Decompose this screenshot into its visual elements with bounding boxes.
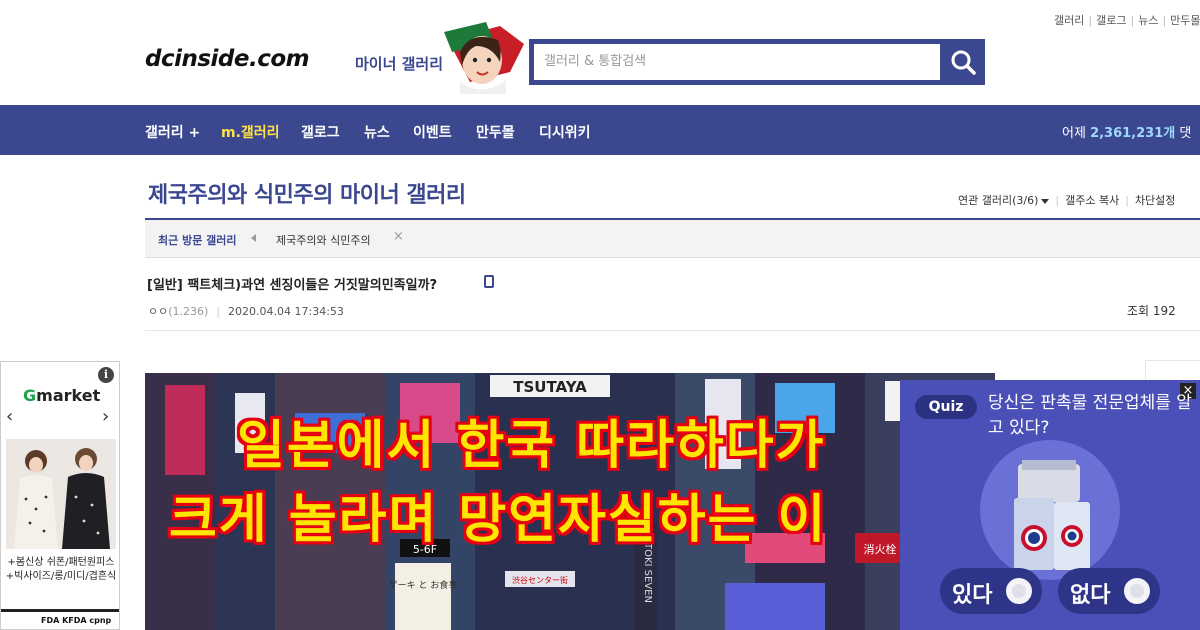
view-count: 조회 192 bbox=[1127, 304, 1176, 318]
quiz-badge: Quiz bbox=[915, 395, 977, 419]
nav-gallog[interactable]: 갤로그 bbox=[301, 122, 340, 142]
recent-gallery-link[interactable]: 제국주의와 식민주의 bbox=[276, 232, 371, 248]
util-link-mall[interactable]: 만두몰 bbox=[1170, 14, 1200, 27]
related-gallery-dropdown[interactable]: 연관 갤러리(3/6) bbox=[958, 194, 1050, 207]
nav-m-gallery[interactable]: m.갤러리 bbox=[221, 122, 280, 142]
sign-tsutaya: TSUTAYA bbox=[513, 378, 587, 396]
gallery-tools: 연관 갤러리(3/6) | 갤주소 복사 | 차단설정 bbox=[958, 194, 1176, 207]
side-ad[interactable]: i Gmarket ‹ › +봄신상 쉬폰/패턴원피스+빅사이즈/롱/미디/겹흔… bbox=[0, 361, 120, 630]
chevron-right-icon[interactable]: › bbox=[102, 406, 109, 427]
radio-icon bbox=[1121, 575, 1153, 607]
main-nav: 갤러리 + m.갤러리 갤로그 뉴스 이벤트 만두몰 디시위키 어제 2,361… bbox=[0, 105, 1200, 155]
copy-address-button[interactable]: 갤주소 복사 bbox=[1065, 194, 1119, 207]
caret-down-icon bbox=[1041, 198, 1050, 204]
sign-cafe: ゲーキ と お食事 bbox=[389, 579, 458, 591]
ad-text[interactable]: +봄신상 쉬폰/패턴원피스+빅사이즈/롱/미디/겹흔식 bbox=[5, 556, 117, 584]
recent-visited-label[interactable]: 최근 방문 갤러리 bbox=[158, 232, 237, 248]
triangle-left-icon[interactable] bbox=[251, 234, 256, 242]
search-button[interactable] bbox=[940, 39, 985, 85]
post-author[interactable]: ㅇㅇ bbox=[148, 305, 168, 318]
search-input[interactable]: 갤러리 & 통합검색 bbox=[534, 44, 940, 80]
nav-event[interactable]: 이벤트 bbox=[413, 122, 452, 142]
quiz-product-image bbox=[980, 440, 1120, 580]
close-icon[interactable]: × bbox=[393, 229, 404, 244]
image-headline-2: 크게 놀라며 망연자실하는 이 bbox=[169, 490, 828, 550]
image-headline-1: 일본에서 한국 따라하다가 bbox=[237, 416, 826, 476]
post-meta: ㅇㅇ(1.236) | 2020.04.04 17:34:53 bbox=[148, 305, 344, 318]
ad-product-image[interactable] bbox=[6, 439, 116, 549]
chevron-left-icon[interactable]: ‹ bbox=[6, 406, 13, 427]
nav-stat: 어제 2,361,231개 댓 bbox=[1062, 122, 1191, 141]
nav-gallery-plus[interactable]: 갤러리 + bbox=[145, 122, 200, 142]
quiz-yes-button[interactable]: 있다 bbox=[940, 568, 1042, 614]
post-image[interactable]: TSUTAYA 5-6F ゲーキ と お食事 渋谷センター街 TOKI SEVE… bbox=[145, 373, 995, 630]
nav-stat-label: 어제 bbox=[1062, 126, 1086, 141]
mascot-avatar bbox=[440, 22, 528, 94]
quiz-popup[interactable]: × Quiz 당신은 판촉물 전문업체를 알고 있다? 있다 없다 bbox=[900, 380, 1200, 630]
info-icon[interactable]: i bbox=[98, 367, 114, 383]
mobile-icon bbox=[484, 275, 494, 288]
quiz-no-button[interactable]: 없다 bbox=[1058, 568, 1160, 614]
post-datetime: 2020.04.04 17:34:53 bbox=[228, 305, 344, 318]
minor-gallery-label[interactable]: 마이너 갤러리 bbox=[355, 53, 443, 74]
sign-center-street: 渋谷センター街 bbox=[512, 575, 568, 585]
util-link-gallery[interactable]: 갤러리 bbox=[1054, 14, 1084, 27]
ad-cert-logos: FDA KFDA cpnp bbox=[1, 609, 119, 629]
nav-news[interactable]: 뉴스 bbox=[364, 122, 390, 142]
util-links: 갤러리 | 갤로그 | 뉴스 | 만두몰 bbox=[1054, 14, 1200, 27]
quiz-no-label: 없다 bbox=[1070, 583, 1111, 608]
radio-icon bbox=[1003, 575, 1035, 607]
search-icon bbox=[951, 50, 976, 75]
site-logo[interactable]: dcinside.com bbox=[145, 46, 310, 72]
block-settings-button[interactable]: 차단설정 bbox=[1135, 194, 1175, 207]
post-ip: (1.236) bbox=[168, 305, 209, 318]
quiz-yes-label: 있다 bbox=[952, 583, 993, 608]
quiz-question: 당신은 판촉물 전문업체를 알고 있다? bbox=[988, 393, 1192, 438]
gallery-title[interactable]: 제국주의와 식민주의 마이너 갤러리 bbox=[148, 177, 466, 209]
ad-brand: Gmarket bbox=[23, 386, 101, 405]
post-title: [일반] 팩트체크)과연 센징이들은 거짓말의민족일까? bbox=[147, 278, 438, 293]
util-link-gallog[interactable]: 갤로그 bbox=[1096, 14, 1126, 27]
nav-wiki[interactable]: 디시위키 bbox=[539, 122, 591, 142]
nav-stat-value: 2,361,231개 bbox=[1090, 126, 1176, 141]
nav-stat-suffix: 댓 bbox=[1179, 126, 1192, 141]
nav-mall[interactable]: 만두몰 bbox=[476, 122, 515, 142]
post-divider bbox=[145, 330, 1200, 331]
recent-visited-bar: 최근 방문 갤러리 제국주의와 식민주의 × bbox=[145, 220, 1200, 258]
util-link-news[interactable]: 뉴스 bbox=[1138, 14, 1158, 27]
search-box: 갤러리 & 통합검색 bbox=[529, 39, 985, 85]
